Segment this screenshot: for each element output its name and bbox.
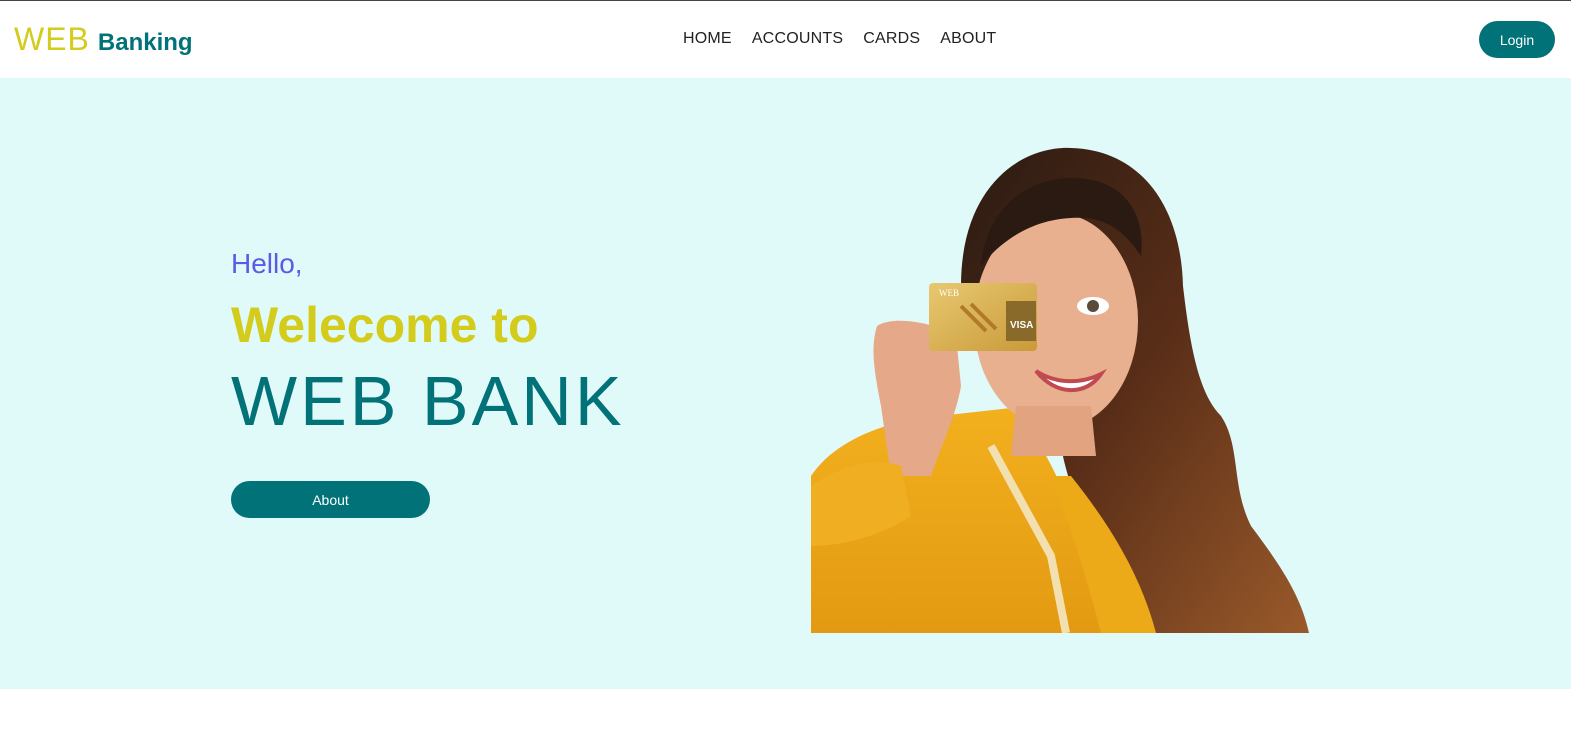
hero-woman-with-card-image: WEB VISA [811, 147, 1309, 633]
svg-text:VISA: VISA [1010, 320, 1033, 331]
brand-logo[interactable]: WEB Banking [14, 21, 193, 58]
svg-text:WEB: WEB [939, 288, 959, 298]
brand-banking-text: Banking [97, 29, 193, 56]
brand-web-text: WEB [14, 21, 90, 57]
nav-home[interactable]: HOME [683, 30, 732, 48]
hero-greeting: Hello, [231, 248, 303, 279]
hero-bank-name: WEB BANK [231, 362, 625, 440]
about-button[interactable]: About [231, 481, 430, 518]
hero-section: Hello, Welecome to WEB BANK About WEB VI… [0, 78, 1571, 689]
hero-welcome: Welecome to [231, 297, 539, 353]
credit-card-graphic: WEB VISA [929, 283, 1037, 351]
navbar: WEB Banking HOME ACCOUNTS CARDS ABOUT Lo… [0, 1, 1571, 78]
nav-accounts[interactable]: ACCOUNTS [752, 30, 843, 48]
main-menu: HOME ACCOUNTS CARDS ABOUT [683, 30, 1016, 48]
nav-cards[interactable]: CARDS [863, 30, 920, 48]
nav-about[interactable]: ABOUT [940, 30, 996, 48]
login-button[interactable]: Login [1479, 21, 1555, 58]
